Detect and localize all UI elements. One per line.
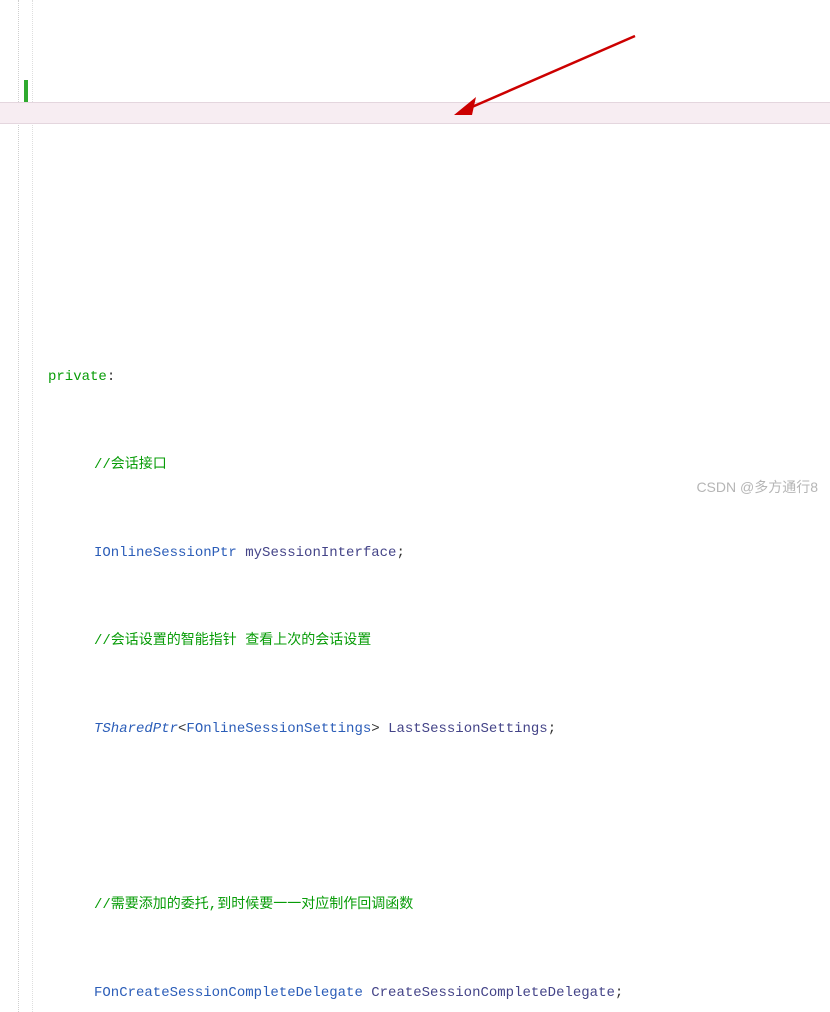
identifier: LastSessionSettings xyxy=(388,721,548,737)
code-line-highlighted: //会话设置的智能指针 查看上次的会话设置 xyxy=(36,630,830,652)
code-line: TSharedPtr<FOnlineSessionSettings> LastS… xyxy=(36,718,830,740)
type: FOnlineSessionSettings xyxy=(186,721,371,737)
code-line: //需要添加的委托,到时候要一一对应制作回调函数 xyxy=(36,894,830,916)
type: IOnlineSessionPtr xyxy=(94,545,237,561)
comment: //会话设置的智能指针 查看上次的会话设置 xyxy=(94,633,371,649)
punct: ; xyxy=(615,985,623,1001)
code-line: IOnlineSessionPtr mySessionInterface; xyxy=(36,542,830,564)
code-line: //会话接口 xyxy=(36,454,830,476)
identifier: mySessionInterface xyxy=(245,545,396,561)
code-editor: private: //会话接口 IOnlineSessionPtr mySess… xyxy=(0,0,830,1012)
identifier: CreateSessionCompleteDelegate xyxy=(371,985,615,1001)
punct: ; xyxy=(548,721,556,737)
punct: > xyxy=(371,721,379,737)
indent-guide xyxy=(18,0,19,1012)
code-line xyxy=(36,278,830,300)
comment: //会话接口 xyxy=(94,457,167,473)
code-line xyxy=(36,806,830,828)
watermark: CSDN @多方通行8 xyxy=(696,476,818,498)
comment: //需要添加的委托,到时候要一一对应制作回调函数 xyxy=(94,897,413,913)
punct: < xyxy=(178,721,186,737)
indent-guide xyxy=(32,0,33,1012)
punct: ; xyxy=(396,545,404,561)
punct: : xyxy=(107,369,115,385)
highlighted-line-bg xyxy=(0,102,830,124)
keyword: private xyxy=(48,369,107,385)
code-line: FOnCreateSessionCompleteDelegate CreateS… xyxy=(36,982,830,1004)
type: FOnCreateSessionCompleteDelegate xyxy=(94,985,363,1001)
code-line: private: xyxy=(36,366,830,388)
type: TSharedPtr xyxy=(94,721,178,737)
